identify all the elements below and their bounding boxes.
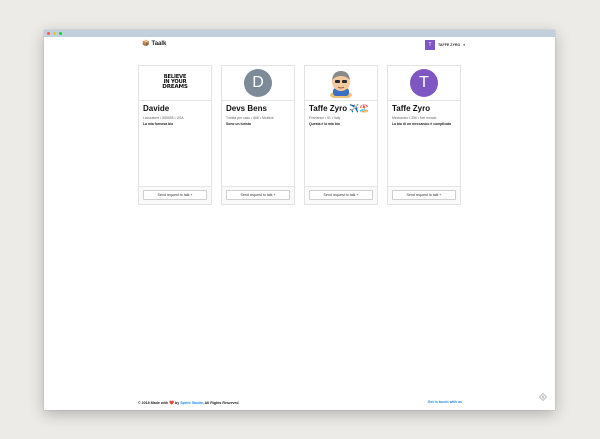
card-name: Taffe Zyro: [392, 104, 431, 113]
card-bio: La mia fornosa bio: [143, 122, 174, 126]
brand-name: Taalk: [151, 41, 167, 47]
compass-icon: [539, 393, 547, 401]
card-footer: Send request to talk +: [388, 186, 460, 204]
send-request-button[interactable]: Send request to talk +: [226, 190, 290, 200]
heart-icon: ❤️: [169, 400, 174, 405]
user-card: D Devs Bens Turista per caso • 666 • Mol…: [221, 65, 295, 205]
card-footer: Send request to talk +: [305, 186, 377, 204]
letter-avatar: D: [244, 69, 272, 97]
card-name: Taffe Zyro ✈️🏖️: [309, 104, 370, 113]
card-bio: Sono un turista: [226, 122, 251, 126]
box-icon: 📦: [142, 41, 150, 47]
send-request-button[interactable]: Send request to talk +: [143, 190, 207, 200]
card-name: Devs Bens: [226, 104, 267, 113]
footer-by: by: [175, 401, 180, 405]
card-bio: Questa è la mia bio: [309, 122, 340, 126]
logo-line: DREAMS: [162, 84, 188, 91]
card-footer: Send request to talk +: [139, 186, 211, 204]
send-request-button[interactable]: Send request to talk +: [309, 190, 373, 200]
page-footer: © 2018 Made with ❤️ by Sprint Studio, Al…: [138, 400, 462, 405]
browser-titlebar: [44, 30, 555, 37]
brand-link[interactable]: 📦 Taalk: [142, 41, 166, 47]
maximize-window-dot[interactable]: [59, 32, 62, 35]
user-menu[interactable]: T TAFFE ZYRO ▾: [425, 40, 465, 50]
copyright-text: © 2018 Made with: [138, 401, 169, 405]
believe-dreams-logo: BELIEVE IN YOUR DREAMS: [159, 70, 191, 96]
close-window-dot[interactable]: [47, 32, 50, 35]
cartoon-avatar-icon: [330, 71, 352, 98]
studio-link[interactable]: Sprint Studio: [180, 401, 203, 405]
card-image-area: D: [222, 66, 294, 101]
user-name: TAFFE ZYRO: [438, 43, 461, 47]
card-meta: Lavoratore • 555555 • USA: [143, 116, 184, 120]
card-image-area: [305, 66, 377, 101]
card-name: Davide: [143, 104, 170, 113]
card-image-area: T: [388, 66, 460, 101]
card-bio: La bio di un meccanico è complicata: [392, 122, 451, 126]
card-meta: Turista per caso • 666 • Moldive: [226, 116, 274, 120]
app-window: 📦 Taalk T TAFFE ZYRO ▾ BELIEVE IN YOUR D…: [44, 30, 555, 410]
user-avatar: T: [425, 40, 435, 50]
card-image-area: BELIEVE IN YOUR DREAMS: [139, 66, 211, 101]
minimize-window-dot[interactable]: [53, 32, 56, 35]
user-card: Taffe Zyro ✈️🏖️ Freelance • 51 • Italy Q…: [304, 65, 378, 205]
navbar: 📦 Taalk T TAFFE ZYRO ▾: [44, 37, 555, 54]
card-meta: Freelance • 51 • Italy: [309, 116, 341, 120]
contact-link[interactable]: Get in touch with us: [428, 400, 462, 404]
card-meta: Meccanico • 256 • Nel mondo: [392, 116, 437, 120]
letter-avatar: T: [410, 69, 438, 97]
user-card: T Taffe Zyro Meccanico • 256 • Nel mondo…: [387, 65, 461, 205]
card-footer: Send request to talk +: [222, 186, 294, 204]
send-request-button[interactable]: Send request to talk +: [392, 190, 456, 200]
user-card: BELIEVE IN YOUR DREAMS Davide Lavoratore…: [138, 65, 212, 205]
footer-rights: , All Rights Reserved: [202, 401, 239, 405]
chevron-down-icon: ▾: [463, 43, 466, 47]
